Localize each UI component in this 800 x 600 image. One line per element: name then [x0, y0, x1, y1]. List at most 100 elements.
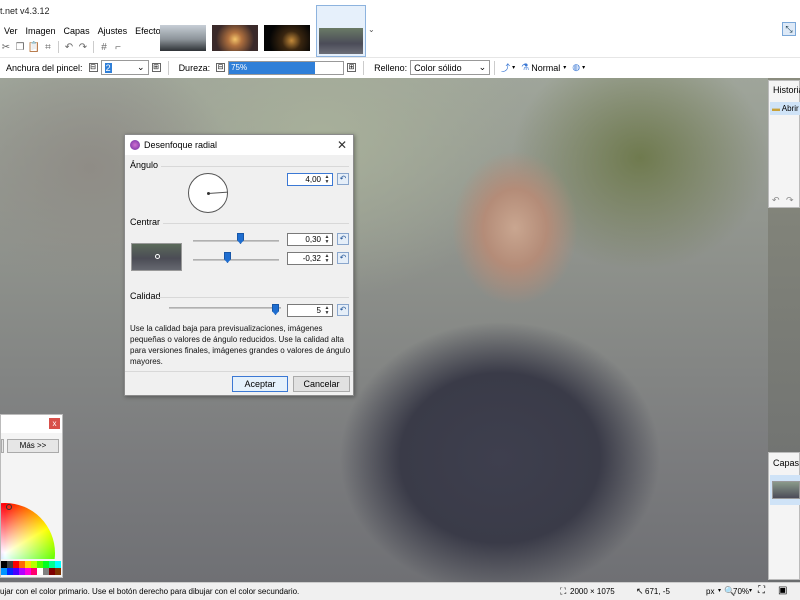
center-y-reset-button[interactable]: ↶	[337, 252, 349, 264]
cancel-button[interactable]: Cancelar	[293, 376, 350, 392]
status-bar: ujar con el color primario. Use el botón…	[0, 582, 800, 600]
close-icon[interactable]: ✕	[337, 138, 347, 152]
angle-value: 4,00	[305, 175, 321, 184]
center-x-input[interactable]: 0,30 ▲ ▼	[287, 233, 333, 246]
history-title: Historia	[773, 85, 800, 95]
angle-input[interactable]: 4,00 ▲ ▼	[287, 173, 333, 186]
center-x-slider-thumb[interactable]	[237, 233, 244, 244]
center-x-value: 0,30	[305, 235, 321, 244]
copy-icon[interactable]: ❐	[14, 41, 26, 53]
spinner-arrows-icon[interactable]: ▲ ▼	[323, 254, 331, 264]
colors-panel-header: x	[1, 415, 62, 433]
colors-toggle-button[interactable]	[1, 439, 4, 453]
cursor-position: 671, -5	[645, 587, 670, 596]
spinner-arrows-icon[interactable]: ▲ ▼	[323, 175, 331, 185]
angle-reset-button[interactable]: ↶	[337, 173, 349, 185]
quality-slider-thumb[interactable]	[272, 304, 279, 315]
menu-ver[interactable]: Ver	[0, 24, 22, 38]
blend-mode-value[interactable]: Normal	[531, 63, 560, 73]
grid-icon[interactable]: #	[98, 41, 110, 53]
zoom-fit-icon[interactable]: ⛶	[758, 585, 765, 596]
spinner-arrows-icon[interactable]: ▲ ▼	[323, 235, 331, 245]
menu-capas[interactable]: Capas	[60, 24, 94, 38]
chevron-down-icon[interactable]: ▾	[563, 64, 566, 71]
cursor-position-icon: ↖	[636, 586, 644, 596]
redo-icon[interactable]: ↷	[77, 41, 89, 53]
center-x-reset-button[interactable]: ↶	[337, 233, 349, 245]
units-selector[interactable]: px	[706, 587, 714, 596]
image-tab-active[interactable]	[316, 5, 366, 57]
crop-icon[interactable]: ⌗	[42, 41, 54, 53]
history-panel: Historia ▬ Abrir ↶ ↷	[768, 80, 800, 208]
image-canvas[interactable]	[0, 78, 768, 582]
chevron-down-icon[interactable]: ▾	[582, 64, 585, 71]
color-wheel[interactable]	[1, 503, 55, 559]
section-divider	[125, 371, 353, 372]
center-y-slider-track[interactable]	[193, 259, 279, 261]
selection-mode-icon[interactable]: ◍	[572, 62, 580, 73]
quality-value: 5	[316, 306, 321, 315]
center-marker	[155, 254, 160, 259]
brush-width-combo[interactable]: 2 ⌄	[100, 60, 149, 75]
hardness-value: 75%	[229, 61, 315, 74]
undo-icon[interactable]: ↶	[772, 195, 780, 206]
history-item-open[interactable]: ▬ Abrir	[770, 102, 800, 115]
quality-slider-track[interactable]	[169, 307, 281, 309]
brush-width-label: Anchura del pincel:	[6, 62, 83, 73]
chevron-down-icon[interactable]: ▾	[512, 64, 515, 71]
accept-button[interactable]: Aceptar	[232, 376, 288, 392]
angle-dial[interactable]	[188, 173, 229, 213]
center-preview[interactable]	[131, 243, 182, 271]
palette-swatch[interactable]	[55, 561, 61, 568]
antialias-icon[interactable]: ⤴	[501, 61, 510, 74]
color-wheel-marker[interactable]	[6, 504, 12, 510]
brush-decrease-button[interactable]: ⊟	[88, 63, 98, 72]
chevron-down-icon[interactable]: ▾	[718, 587, 721, 594]
paste-icon[interactable]: 📋	[28, 41, 40, 53]
zoom-level[interactable]: 70%	[733, 587, 749, 596]
chevron-down-icon: ⌄	[478, 62, 487, 72]
menu-imagen[interactable]: Imagen	[22, 24, 60, 38]
image-tab-2[interactable]	[212, 25, 258, 51]
image-tab-1[interactable]	[160, 25, 206, 51]
ruler-icon[interactable]: ⌐	[112, 41, 124, 53]
color-palette[interactable]	[1, 561, 61, 575]
brush-increase-button[interactable]: ⊞	[151, 63, 161, 72]
option-divider	[494, 60, 496, 75]
option-divider	[363, 60, 365, 75]
status-hint: ujar con el color primario. Use el botón…	[0, 587, 300, 596]
hardness-slider[interactable]: 75%	[228, 60, 345, 75]
center-label: Centrar	[130, 217, 161, 227]
hardness-increase-button[interactable]: ⊞	[347, 63, 357, 72]
undo-icon[interactable]: ↶	[63, 41, 75, 53]
palette-swatch[interactable]	[55, 568, 61, 575]
spinner-arrows-icon[interactable]: ▲ ▼	[323, 306, 331, 316]
menu-ajustes[interactable]: Ajustes	[94, 24, 132, 38]
layer-item[interactable]	[770, 475, 800, 505]
image-tab-3[interactable]	[264, 25, 310, 51]
fill-combo[interactable]: Color sólido ⌄	[410, 60, 491, 75]
hardness-decrease-button[interactable]: ⊟	[216, 63, 226, 72]
actual-size-icon[interactable]: ▣	[778, 585, 787, 596]
fill-value: Color sólido	[414, 62, 462, 73]
blend-mode-icon[interactable]: ⚗	[521, 62, 529, 73]
chevron-down-icon[interactable]: ▾	[749, 587, 752, 594]
dialog-title: Desenfoque radial	[144, 140, 218, 150]
redo-icon[interactable]: ↷	[786, 195, 794, 206]
brush-width-value: 2	[104, 62, 112, 73]
image-tabs	[160, 5, 366, 57]
angle-label: Ángulo	[130, 160, 159, 170]
close-icon[interactable]: x	[49, 418, 60, 429]
effect-icon	[130, 140, 140, 150]
image-size: 2000 × 1075	[570, 587, 615, 596]
more-colors-button[interactable]: Más >>	[7, 439, 59, 453]
image-thumbnail	[264, 25, 310, 51]
quality-input[interactable]: 5 ▲ ▼	[287, 304, 333, 317]
center-x-slider-track[interactable]	[193, 240, 279, 242]
tabs-dropdown-icon[interactable]: ⌄	[368, 25, 375, 34]
quality-reset-button[interactable]: ↶	[337, 304, 349, 316]
utilities-icon[interactable]: ⤡	[782, 22, 796, 36]
cut-icon[interactable]: ✂	[0, 41, 12, 53]
center-y-slider-thumb[interactable]	[224, 252, 231, 263]
center-y-input[interactable]: -0,32 ▲ ▼	[287, 252, 333, 265]
